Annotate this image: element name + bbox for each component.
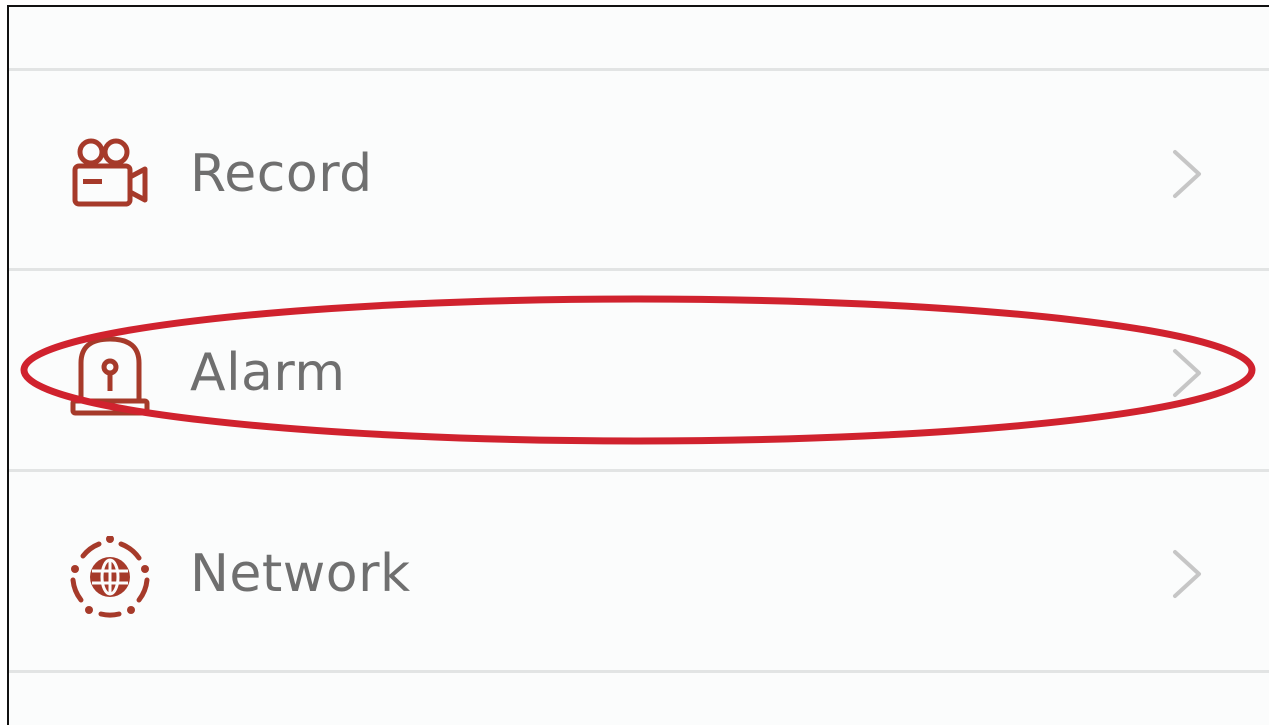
video-camera-icon xyxy=(69,136,151,218)
menu-item-record[interactable]: Record xyxy=(9,74,1269,270)
divider xyxy=(9,469,1269,472)
globe-network-icon xyxy=(69,536,151,618)
chevron-right-icon xyxy=(1169,148,1205,200)
menu-item-network[interactable]: Network xyxy=(9,474,1269,670)
menu-item-alarm[interactable]: Alarm xyxy=(9,273,1269,469)
divider xyxy=(9,670,1269,673)
chevron-right-icon xyxy=(1169,347,1205,399)
siren-icon xyxy=(69,335,151,417)
chevron-right-icon xyxy=(1169,548,1205,600)
divider xyxy=(9,68,1269,71)
divider xyxy=(9,268,1269,271)
menu-item-label: Record xyxy=(190,144,373,204)
menu-item-label: Network xyxy=(190,544,411,604)
menu-item-label: Alarm xyxy=(190,343,346,403)
